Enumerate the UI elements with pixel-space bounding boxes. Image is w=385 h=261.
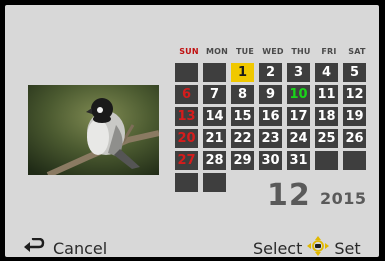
set-label: Set (334, 238, 361, 258)
calendar-day-19[interactable]: 19 (343, 107, 366, 126)
calendar-screen: SUN MON TUE WED THU FRI SAT 1 2 3 4 5 6 7 8 9 10 1… (5, 5, 379, 261)
calendar-day-8[interactable]: 8 (231, 85, 254, 104)
year-display: 2015 (320, 189, 367, 208)
calendar-day-27[interactable]: 27 (175, 151, 198, 170)
calendar-day-9[interactable]: 9 (259, 85, 282, 104)
calendar-day-24[interactable]: 24 (287, 129, 310, 148)
calendar-day-29[interactable]: 29 (231, 151, 254, 170)
calendar-empty (231, 173, 254, 192)
month-display: 12 (267, 178, 311, 213)
calendar-day-1[interactable]: 1 (231, 63, 254, 82)
bird-photo (28, 85, 159, 175)
return-arrow-icon (23, 237, 45, 258)
calendar-day-6[interactable]: 6 (175, 85, 198, 104)
calendar-blank-cell[interactable] (203, 173, 226, 192)
calendar-day-25[interactable]: 25 (315, 129, 338, 148)
cancel-label: Cancel (53, 238, 108, 258)
calendar-day-4[interactable]: 4 (315, 63, 338, 82)
calendar-day-12[interactable]: 12 (343, 85, 366, 104)
calendar-day-30[interactable]: 30 (259, 151, 282, 170)
dpad-icon (306, 235, 330, 261)
weekday-fri: FRI (321, 47, 337, 56)
calendar-day-3[interactable]: 3 (287, 63, 310, 82)
calendar-day-5[interactable]: 5 (343, 63, 366, 82)
select-label: Select (253, 238, 303, 258)
cancel-button[interactable]: Cancel (23, 237, 107, 259)
calendar-blank-cell[interactable] (343, 151, 366, 170)
weekday-mon: MON (205, 47, 229, 56)
calendar-day-28[interactable]: 28 (203, 151, 226, 170)
calendar-day-31[interactable]: 31 (287, 151, 310, 170)
calendar-day-22[interactable]: 22 (231, 129, 254, 148)
calendar-day-23[interactable]: 23 (259, 129, 282, 148)
weekday-thu: THU (291, 47, 311, 56)
weekday-header: SUN MON TUE WED THU FRI SAT (175, 47, 371, 61)
calendar-day-17[interactable]: 17 (287, 107, 310, 126)
weekday-sat: SAT (348, 47, 366, 56)
calendar-blank-cell[interactable] (203, 63, 226, 82)
calendar-day-18[interactable]: 18 (315, 107, 338, 126)
calendar-day-20[interactable]: 20 (175, 129, 198, 148)
calendar-day-2[interactable]: 2 (259, 63, 282, 82)
calendar-day-26[interactable]: 26 (343, 129, 366, 148)
calendar-day-21[interactable]: 21 (203, 129, 226, 148)
calendar-blank-cell[interactable] (175, 173, 198, 192)
calendar-day-7[interactable]: 7 (203, 85, 226, 104)
calendar-blank-cell[interactable] (175, 63, 198, 82)
calendar-day-16[interactable]: 16 (259, 107, 282, 126)
calendar-day-14[interactable]: 14 (203, 107, 226, 126)
weekday-sun: SUN (179, 47, 199, 56)
photo-thumbnail (28, 85, 159, 175)
select-set-hint: Select Set (253, 235, 361, 261)
calendar-day-13[interactable]: 13 (175, 107, 198, 126)
weekday-wed: WED (262, 47, 284, 56)
calendar-day-10[interactable]: 10 (287, 85, 310, 104)
weekday-tue: TUE (235, 47, 255, 56)
calendar-day-11[interactable]: 11 (315, 85, 338, 104)
calendar-blank-cell[interactable] (315, 151, 338, 170)
calendar-day-15[interactable]: 15 (231, 107, 254, 126)
